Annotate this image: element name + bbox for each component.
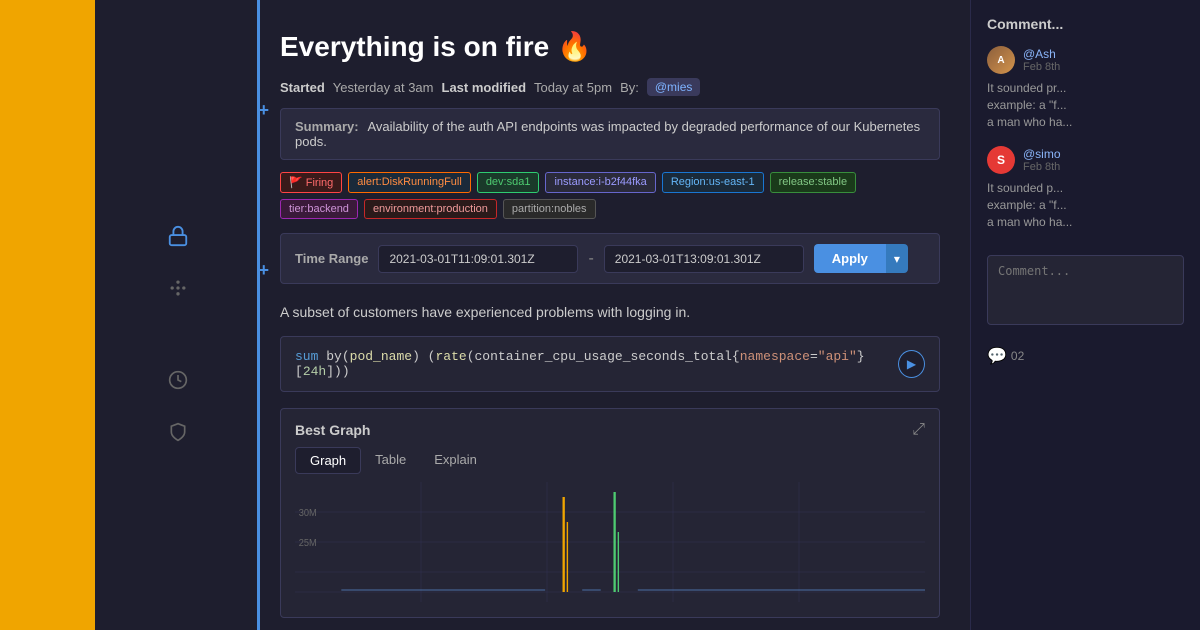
tag-region[interactable]: Region:us-east-1 xyxy=(662,172,764,193)
tag-dev[interactable]: dev:sda1 xyxy=(477,172,540,193)
graph-title: Best Graph xyxy=(295,422,370,438)
comment-item-1: A @Ash Feb 8th It sounded pr...example: … xyxy=(987,46,1184,130)
play-button[interactable]: ▶ xyxy=(898,350,925,378)
comments-panel: Comment... A @Ash Feb 8th It sounded pr.… xyxy=(970,0,1200,630)
time-separator: - xyxy=(588,250,593,268)
comment-count: 02 xyxy=(1011,349,1024,363)
tags-row: 🚩 Firing alert:DiskRunningFull dev:sda1ins… xyxy=(280,172,940,219)
comment-author-1: @Ash xyxy=(1023,47,1060,61)
query-block: sum by(pod_name) (rate(container_cpu_usa… xyxy=(280,336,940,392)
dark-sidebar: + + xyxy=(95,0,260,630)
apply-button[interactable]: Apply xyxy=(814,244,886,273)
comments-title: Comment... xyxy=(987,16,1184,32)
chart-area: 30M 25M xyxy=(281,482,939,617)
comment-date-2: Feb 8th xyxy=(1023,161,1061,173)
comment-item-2: S @simo Feb 8th It sounded p...example: … xyxy=(987,146,1184,230)
comment-bubble-icon: 💬 xyxy=(987,346,1007,366)
avatar-sim: S xyxy=(987,146,1015,174)
svg-text:25M: 25M xyxy=(299,538,317,549)
plus-icon-bottom[interactable]: + xyxy=(258,260,269,281)
blue-vertical-line xyxy=(257,0,260,630)
graph-header: Best Graph ⤢ xyxy=(281,409,939,439)
summary-label: Summary: xyxy=(295,119,359,134)
time-to-input[interactable] xyxy=(604,245,804,273)
modified-label: Last modified xyxy=(442,80,527,95)
by-label: By: xyxy=(620,80,639,95)
clock-icon[interactable] xyxy=(162,364,194,396)
tag-tier[interactable]: tier:backend xyxy=(280,199,358,219)
avatar-ash: A xyxy=(987,46,1015,74)
meta-row: Started Yesterday at 3am Last modified T… xyxy=(280,78,940,96)
graph-tab-graph[interactable]: Graph xyxy=(295,447,361,474)
started-value: Yesterday at 3am xyxy=(333,80,434,95)
description-text: A subset of customers have experienced p… xyxy=(280,304,940,320)
summary-text: Availability of the auth API endpoints w… xyxy=(295,119,920,149)
comment-text-1: It sounded pr...example: a "f...a man wh… xyxy=(987,80,1184,130)
lock-icon[interactable] xyxy=(162,220,194,252)
graph-panel: Best Graph ⤢ GraphTableExplain 30M 25M xyxy=(280,408,940,618)
tag-instance[interactable]: instance:i-b2f44fka xyxy=(545,172,655,193)
plus-icon-top[interactable]: + xyxy=(258,100,269,121)
shield-icon[interactable] xyxy=(162,416,194,448)
grid-icon[interactable] xyxy=(162,272,194,304)
summary-box: Summary: Availability of the auth API en… xyxy=(280,108,940,160)
comment-header-2: S @simo Feb 8th xyxy=(987,146,1184,174)
time-from-input[interactable] xyxy=(378,245,578,273)
comment-header-1: A @Ash Feb 8th xyxy=(987,46,1184,74)
svg-text:30M: 30M xyxy=(299,508,317,519)
comment-meta-1: @Ash Feb 8th xyxy=(1023,47,1060,73)
tag-partition[interactable]: partition:nobles xyxy=(503,199,596,219)
expand-icon[interactable]: ⤢ xyxy=(912,421,925,439)
comment-meta-2: @simo Feb 8th xyxy=(1023,147,1061,173)
time-range-row: Time Range - Apply ▾ xyxy=(280,233,940,284)
apply-dropdown-button[interactable]: ▾ xyxy=(886,244,908,273)
chart-svg: 30M 25M xyxy=(295,482,925,602)
graph-tab-explain[interactable]: Explain xyxy=(420,447,491,474)
comment-input[interactable] xyxy=(987,255,1184,325)
tag-firing[interactable]: 🚩 Firing xyxy=(280,172,342,193)
main-content: Everything is on fire 🔥 Started Yesterda… xyxy=(260,0,970,630)
graph-tab-table[interactable]: Table xyxy=(361,447,420,474)
modified-value: Today at 5pm xyxy=(534,80,612,95)
query-text: sum by(pod_name) (rate(container_cpu_usa… xyxy=(295,349,898,379)
comment-text-2: It sounded p...example: a "f...a man who… xyxy=(987,180,1184,230)
started-label: Started xyxy=(280,80,325,95)
comment-badge: 💬 02 xyxy=(987,346,1184,366)
tag-release[interactable]: release:stable xyxy=(770,172,857,193)
apply-group: Apply ▾ xyxy=(814,244,908,273)
comment-author-2: @simo xyxy=(1023,147,1061,161)
time-range-label: Time Range xyxy=(295,251,368,266)
page-title: Everything is on fire 🔥 xyxy=(280,30,940,63)
comment-date-1: Feb 8th xyxy=(1023,61,1060,73)
tag-env[interactable]: environment:production xyxy=(364,199,497,219)
graph-tabs: GraphTableExplain xyxy=(281,439,939,482)
left-sidebar xyxy=(0,0,95,630)
tag-alert[interactable]: alert:DiskRunningFull xyxy=(348,172,471,193)
user-badge: @mies xyxy=(647,78,701,96)
